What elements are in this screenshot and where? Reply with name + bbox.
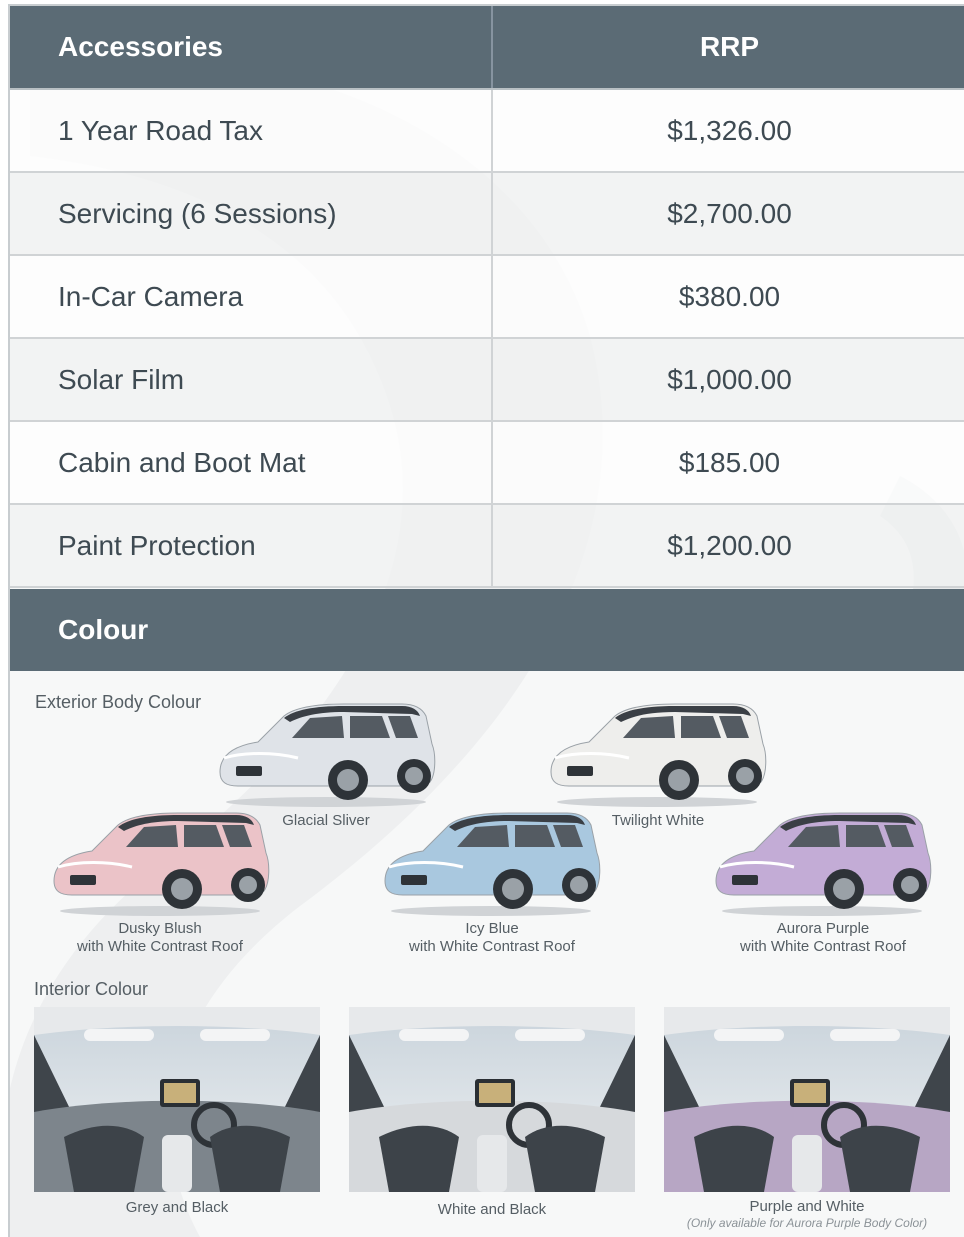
table-row: Servicing (6 Sessions) $2,700.00 bbox=[10, 172, 964, 256]
page-frame: Accessories RRP 1 Year Road Tax $1,326.0… bbox=[8, 4, 964, 1237]
accessory-price: $1,200.00 bbox=[492, 504, 964, 588]
accessory-name: Paint Protection bbox=[10, 504, 493, 588]
table-row: Paint Protection $1,200.00 bbox=[10, 504, 964, 588]
car-colour-roof: with White Contrast Roof bbox=[740, 938, 906, 955]
accessory-name: Cabin and Boot Mat bbox=[10, 421, 493, 505]
interior-purple-white-image bbox=[664, 1007, 950, 1192]
car-twilight-white bbox=[545, 694, 769, 808]
car-colour-name: Dusky Blush bbox=[118, 920, 202, 937]
accessory-name: 1 Year Road Tax bbox=[10, 89, 493, 173]
car-illustration bbox=[53, 812, 270, 916]
interior-label-purple-white: Purple and White bbox=[749, 1198, 865, 1215]
accessory-price: $380.00 bbox=[492, 255, 964, 339]
accessory-price: $2,700.00 bbox=[492, 172, 964, 256]
exterior-colour-label: Exterior Body Colour bbox=[35, 692, 202, 712]
table-row: In-Car Camera $380.00 bbox=[10, 255, 964, 339]
car-label-aurora-purple: Aurora Purple with White Contrast Roof bbox=[703, 920, 943, 956]
accessories-table: Accessories RRP 1 Year Road Tax $1,326.0… bbox=[10, 6, 964, 588]
car-label-dusky-blush: Dusky Blush with White Contrast Roof bbox=[40, 920, 280, 956]
car-colour-roof: with White Contrast Roof bbox=[409, 938, 575, 955]
table-row: Cabin and Boot Mat $185.00 bbox=[10, 421, 964, 505]
interior-label-white-black: White and Black bbox=[437, 1201, 547, 1218]
accessory-name: Solar Film bbox=[10, 338, 493, 422]
interior-illustration bbox=[664, 1007, 950, 1192]
car-glacial-sliver bbox=[214, 694, 438, 808]
car-illustration bbox=[550, 703, 767, 807]
table-row: 1 Year Road Tax $1,326.00 bbox=[10, 89, 964, 173]
colour-section-header: Colour bbox=[10, 589, 964, 671]
car-illustration bbox=[384, 812, 601, 916]
car-colour-roof: with White Contrast Roof bbox=[77, 938, 243, 955]
car-dusky-blush bbox=[48, 803, 272, 917]
car-colour-name: Aurora Purple bbox=[776, 920, 870, 937]
accessory-price: $1,326.00 bbox=[492, 89, 964, 173]
table-header-row: Accessories RRP bbox=[10, 6, 964, 90]
car-icy-blue bbox=[379, 803, 603, 917]
header-accessories: Accessories bbox=[10, 6, 493, 90]
interior-white-black-image bbox=[349, 1007, 635, 1192]
header-rrp: RRP bbox=[492, 6, 964, 90]
car-illustration bbox=[219, 703, 436, 807]
accessory-name: In-Car Camera bbox=[10, 255, 493, 339]
interior-illustration bbox=[349, 1007, 635, 1192]
interior-availability-note: (Only available for Aurora Purple Body C… bbox=[686, 1216, 928, 1230]
car-illustration bbox=[715, 812, 932, 916]
interior-grey-black-image bbox=[34, 1007, 320, 1192]
accessory-price: $1,000.00 bbox=[492, 338, 964, 422]
car-aurora-purple bbox=[710, 803, 934, 917]
table-row: Solar Film $1,000.00 bbox=[10, 338, 964, 422]
car-colour-name: Icy Blue bbox=[465, 920, 519, 937]
accessory-name: Servicing (6 Sessions) bbox=[10, 172, 493, 256]
accessory-price: $185.00 bbox=[492, 421, 964, 505]
interior-colour-label: Interior Colour bbox=[34, 979, 149, 999]
car-label-icy-blue: Icy Blue with White Contrast Roof bbox=[372, 920, 612, 956]
interior-label-grey-black: Grey and Black bbox=[125, 1199, 229, 1216]
interior-illustration bbox=[34, 1007, 320, 1192]
